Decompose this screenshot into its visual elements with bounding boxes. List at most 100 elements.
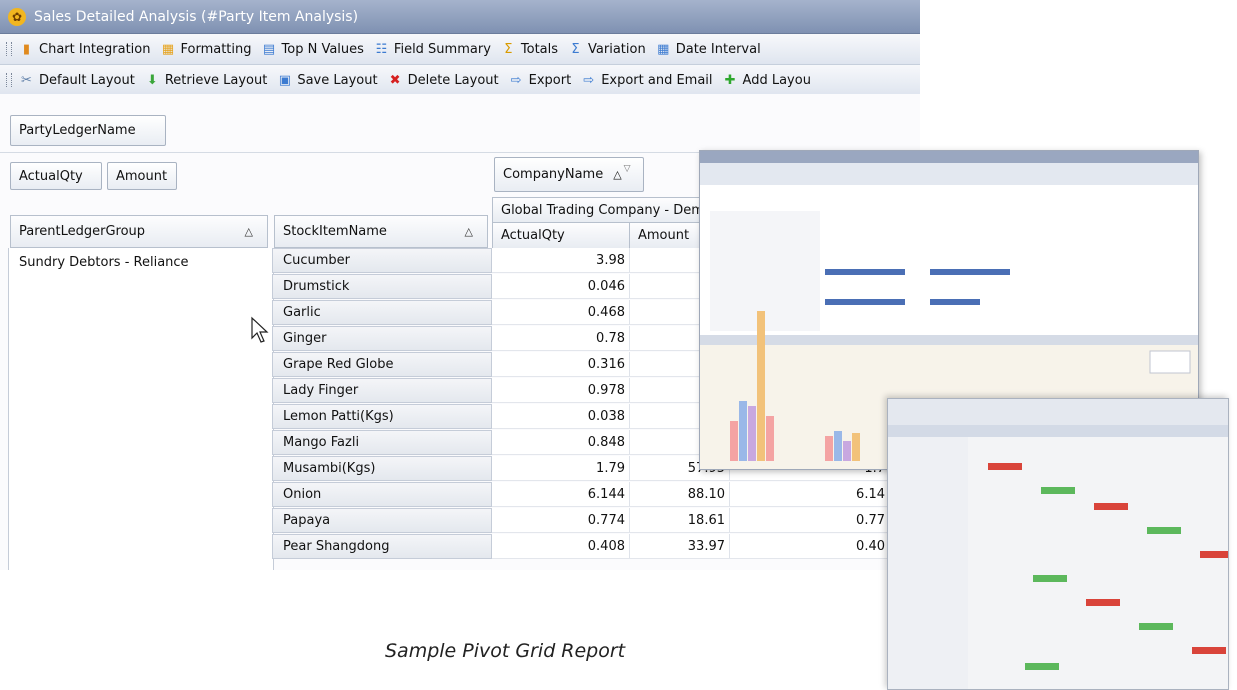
toolbar-button-label: Add Layou	[742, 72, 811, 88]
filter-icon[interactable]: ▽	[624, 164, 631, 174]
export-button[interactable]: ⇨ Export	[508, 72, 572, 89]
cell-actualqty[interactable]: 3.98	[492, 248, 630, 273]
cell-actualqty[interactable]: 0.046	[492, 274, 630, 299]
group-row-header[interactable]: Sundry Debtors - Reliance	[8, 248, 274, 570]
thumbnail-highlight-cell	[1086, 599, 1120, 606]
row-field-stockitemname[interactable]: StockItemName △	[274, 215, 488, 248]
cell-actualqty-next[interactable]: 0.77	[730, 508, 890, 533]
cell-actualqty[interactable]: 0.848	[492, 430, 630, 455]
cell-actualqty[interactable]: 0.408	[492, 534, 630, 559]
thumbnail-bar	[766, 416, 774, 461]
cell-actualqty[interactable]: 0.774	[492, 508, 630, 533]
field-summary-icon: ☷	[375, 41, 388, 57]
row-header-stockitem[interactable]: Cucumber	[272, 248, 492, 273]
toolbar-grip-icon[interactable]	[6, 73, 12, 87]
cell-amount[interactable]: 33.97	[630, 534, 730, 559]
title-bar: ✿ Sales Detailed Analysis (#Party Item A…	[0, 0, 920, 34]
row-field-label: StockItemName	[283, 224, 387, 239]
toolbar-grip-icon[interactable]	[6, 42, 12, 56]
toolbar-button-label: Variation	[588, 41, 646, 57]
toolbar-button-label: Date Interval	[675, 41, 761, 57]
figure-caption: Sample Pivot Grid Report	[385, 640, 626, 662]
export-email-icon: ⇨	[583, 72, 595, 88]
cell-actualqty-next[interactable]: 0.40	[730, 534, 890, 559]
save-layout-button[interactable]: ▣ Save Layout	[276, 72, 378, 89]
row-header-stockitem[interactable]: Onion	[272, 482, 492, 507]
thumbnail-formatted-grid-drawing	[888, 399, 1228, 689]
totals-button[interactable]: Σ Totals	[500, 41, 558, 58]
toolbar-button-label: Export and Email	[601, 72, 713, 88]
row-header-stockitem[interactable]: Grape Red Globe	[272, 352, 492, 377]
formatting-button[interactable]: ▦ Formatting	[160, 41, 252, 58]
thumbnail-highlight-cell	[1033, 575, 1067, 582]
cell-actualqty-next[interactable]: 6.14	[730, 482, 890, 507]
toolbar-button-label: Chart Integration	[39, 41, 151, 57]
delete-layout-button[interactable]: ✖ Delete Layout	[387, 72, 499, 89]
add-layou-button[interactable]: ✚ Add Layou	[722, 72, 811, 89]
cell-amount[interactable]: 88.10	[630, 482, 730, 507]
thumbnail-bar	[825, 436, 833, 461]
save-icon: ▣	[278, 72, 291, 88]
cell-actualqty[interactable]: 0.978	[492, 378, 630, 403]
sort-asc-icon: △	[244, 225, 253, 238]
thumbnail-bar	[748, 406, 756, 461]
toolbar-button-label: Default Layout	[39, 72, 135, 88]
field-summary-button[interactable]: ☷ Field Summary	[373, 41, 491, 58]
thumbnail-highlight-cell	[1139, 623, 1173, 630]
app-logo-icon: ✿	[8, 7, 26, 26]
value-header-actualqty[interactable]: ActualQty	[492, 222, 630, 249]
data-field-amount[interactable]: Amount	[107, 162, 177, 190]
data-field-actualqty[interactable]: ActualQty	[10, 162, 102, 190]
toolbar-button-label: Field Summary	[393, 41, 491, 57]
chart-icon: ▮	[22, 41, 31, 57]
column-field-companyname[interactable]: CompanyName △ ▽	[494, 157, 644, 192]
retrieve-layout-button[interactable]: ⬇ Retrieve Layout	[144, 72, 267, 89]
thumbnail-bar	[852, 433, 860, 461]
row-header-stockitem[interactable]: Papaya	[272, 508, 492, 533]
chart-integration-button[interactable]: ▮ Chart Integration	[18, 41, 151, 58]
download-icon: ⬇	[146, 72, 158, 88]
sort-asc-icon: △	[613, 168, 622, 181]
thumbnail-bar	[843, 441, 851, 461]
thumbnail-highlight-cell	[1041, 487, 1075, 494]
row-header-stockitem[interactable]: Lady Finger	[272, 378, 492, 403]
toolbar-button-label: Save Layout	[297, 72, 378, 88]
row-header-stockitem[interactable]: Ginger	[272, 326, 492, 351]
variation-button[interactable]: Σ Variation	[567, 41, 646, 58]
default-layout-button[interactable]: ✂ Default Layout	[18, 72, 135, 89]
thumbnail-highlight-cell	[1200, 551, 1228, 558]
analysis-toolbar: ▮ Chart Integration ▦ Formatting ▤ Top N Valu…	[0, 34, 920, 65]
cell-actualqty[interactable]: 6.144	[492, 482, 630, 507]
cell-actualqty[interactable]: 1.79	[492, 456, 630, 481]
thumbnail-formatted-grid	[887, 398, 1229, 690]
row-header-stockitem[interactable]: Lemon Patti(Kgs)	[272, 404, 492, 429]
window-title: Sales Detailed Analysis (#Party Item Ana…	[34, 8, 359, 25]
thumbnail-bar	[757, 311, 765, 461]
row-header-stockitem[interactable]: Pear Shangdong	[272, 534, 492, 559]
cell-actualqty[interactable]: 0.78	[492, 326, 630, 351]
cell-actualqty[interactable]: 0.316	[492, 352, 630, 377]
sort-asc-icon: △	[464, 225, 473, 238]
company-header-label: Global Trading Company - Dem	[501, 202, 704, 218]
tools-icon: ✂	[21, 72, 32, 88]
filter-field-partyledgername[interactable]: PartyLedgerName	[10, 115, 166, 146]
export-and-email-button[interactable]: ⇨ Export and Email	[580, 72, 712, 89]
date-interval-button[interactable]: ▦ Date Interval	[655, 41, 761, 58]
layout-toolbar: ✂ Default Layout ⬇ Retrieve Layout ▣ Save Lay…	[0, 65, 920, 96]
top-n-values-button[interactable]: ▤ Top N Values	[261, 41, 364, 58]
cell-actualqty[interactable]: 0.468	[492, 300, 630, 325]
toolbar-button-label: Delete Layout	[407, 72, 499, 88]
toolbar-button-label: Formatting	[180, 41, 252, 57]
sigma-icon: Σ	[504, 41, 513, 57]
row-header-stockitem[interactable]: Garlic	[272, 300, 492, 325]
mouse-cursor-icon	[251, 316, 269, 343]
cell-actualqty[interactable]: 0.038	[492, 404, 630, 429]
row-header-stockitem[interactable]: Musambi(Kgs)	[272, 456, 492, 481]
group-row-label: Sundry Debtors - Reliance	[19, 255, 189, 270]
company-column-header[interactable]: Global Trading Company - Dem	[492, 197, 712, 223]
cell-amount[interactable]: 18.61	[630, 508, 730, 533]
row-header-stockitem[interactable]: Mango Fazli	[272, 430, 492, 455]
row-field-parentledgergroup[interactable]: ParentLedgerGroup △	[10, 215, 268, 248]
thumbnail-bar	[730, 421, 738, 461]
row-header-stockitem[interactable]: Drumstick	[272, 274, 492, 299]
